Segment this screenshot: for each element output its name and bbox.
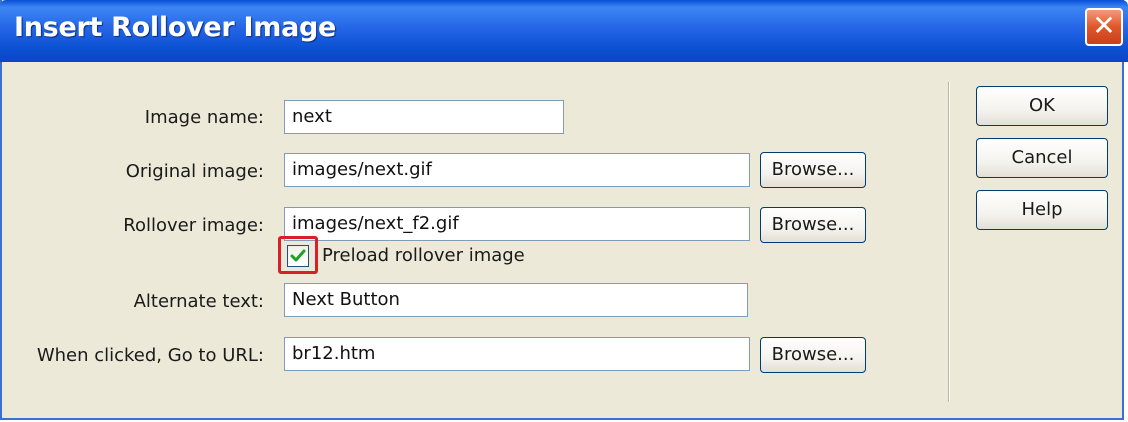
cancel-button[interactable]: Cancel [976,138,1108,178]
alternate-text-input[interactable]: Next Button [284,283,748,317]
preload-label[interactable]: Preload rollover image [322,245,525,266]
divider [948,82,950,402]
dialog-title: Insert Rollover Image [14,12,337,43]
close-button[interactable]: ✕ [1085,8,1123,46]
original-image-browse-button[interactable]: Browse... [760,152,866,188]
rollover-image-input[interactable]: images/next_f2.gif [284,207,750,241]
help-button[interactable]: Help [976,190,1108,230]
preload-checkbox[interactable] [287,245,309,267]
preload-highlight [278,236,318,274]
image-name-input[interactable]: next [284,100,564,134]
title-bar[interactable]: Insert Rollover Image ✕ [0,0,1128,62]
go-to-url-input[interactable]: br12.htm [284,337,750,371]
alternate-text-label: Alternate text: [133,291,264,312]
original-image-label: Original image: [125,161,264,182]
dialog-body: Image name: next Original image: images/… [4,62,1120,416]
close-icon: ✕ [1092,9,1116,42]
ok-button[interactable]: OK [976,86,1108,126]
go-to-url-label: When clicked, Go to URL: [36,345,264,366]
original-image-input[interactable]: images/next.gif [284,153,750,187]
go-to-url-browse-button[interactable]: Browse... [760,337,866,373]
rollover-image-browse-button[interactable]: Browse... [760,207,866,243]
checkmark-icon [290,249,306,262]
rollover-image-label: Rollover image: [123,215,264,236]
image-name-label: Image name: [144,107,264,128]
